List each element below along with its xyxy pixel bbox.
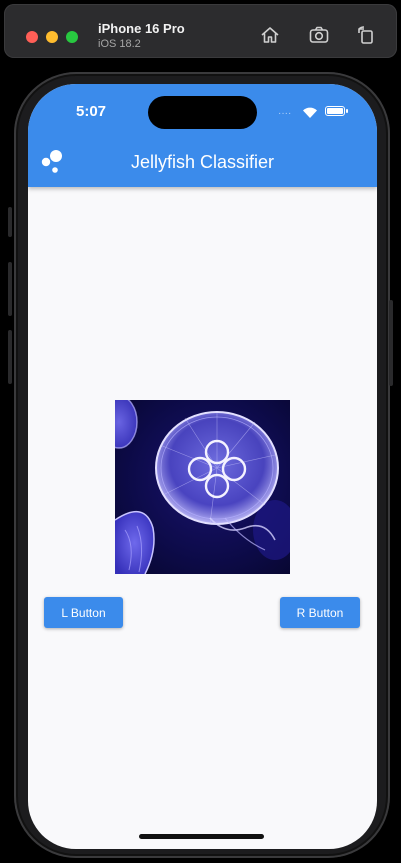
zoom-window-button[interactable] xyxy=(66,31,78,43)
minimize-window-button[interactable] xyxy=(46,31,58,43)
battery-icon xyxy=(325,106,348,116)
jellyfish-image xyxy=(115,400,290,574)
action-button[interactable] xyxy=(8,207,12,237)
screenshot-icon[interactable] xyxy=(308,24,330,46)
app-title: Jellyfish Classifier xyxy=(130,152,275,172)
l-button[interactable]: L Button xyxy=(44,597,123,628)
rotate-icon[interactable] xyxy=(355,24,377,46)
status-time: 5:07 xyxy=(76,103,107,120)
volume-up-button[interactable] xyxy=(8,262,12,316)
volume-down-button[interactable] xyxy=(8,330,12,384)
dynamic-island xyxy=(148,96,257,129)
cellular-signal-icon: ···· xyxy=(278,108,292,119)
device-screen: 5:07 ···· Jellyfish Classifier L Button … xyxy=(28,84,377,849)
power-button[interactable] xyxy=(389,300,393,386)
home-icon[interactable] xyxy=(259,24,281,46)
home-indicator[interactable] xyxy=(139,834,264,839)
app-bar: 5:07 ···· Jellyfish Classifier xyxy=(28,84,377,187)
close-window-button[interactable] xyxy=(26,31,38,43)
os-version: iOS 18.2 xyxy=(98,38,141,50)
r-button[interactable]: R Button xyxy=(280,597,360,628)
simulator-title-bar: iPhone 16 Pro iOS 18.2 xyxy=(4,4,397,58)
device-name: iPhone 16 Pro xyxy=(98,21,185,36)
wifi-icon xyxy=(302,105,318,119)
simulator-window: iPhone 16 Pro iOS 18.2 5:07 ···· Jellyfi… xyxy=(0,0,401,863)
